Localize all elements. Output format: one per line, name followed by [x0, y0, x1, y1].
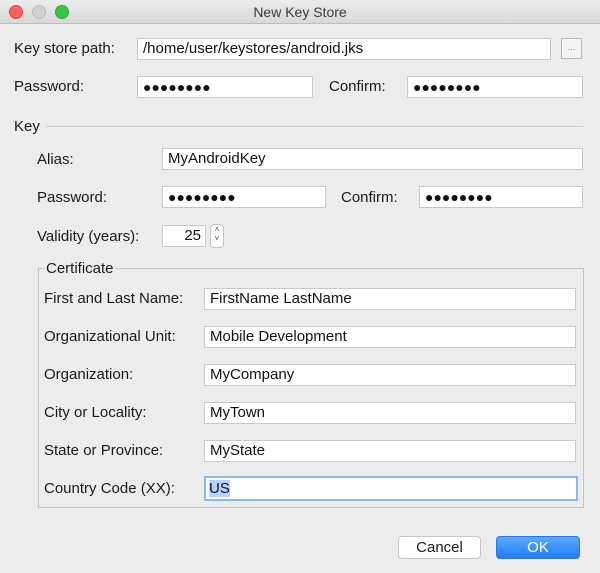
keystore-password-input[interactable]: ●●●●●●●●	[137, 76, 313, 98]
cert-org-unit-input[interactable]: Mobile Development	[204, 326, 576, 348]
alias-label: Alias:	[37, 151, 74, 168]
alias-input[interactable]: MyAndroidKey	[162, 148, 583, 170]
key-password-input[interactable]: ●●●●●●●●	[162, 186, 326, 208]
cert-org-input[interactable]: MyCompany	[204, 364, 576, 386]
cert-org-label: Organization:	[44, 366, 134, 383]
keystore-path-label: Key store path:	[14, 40, 115, 57]
cert-state-input[interactable]: MyState	[204, 440, 576, 462]
ok-button[interactable]: OK	[496, 536, 580, 559]
cancel-button[interactable]: Cancel	[398, 536, 481, 559]
chevron-up-icon[interactable]: ˄	[211, 225, 223, 234]
validity-input[interactable]: 25	[162, 225, 206, 247]
window-title: New Key Store	[253, 4, 347, 20]
key-section-label: Key	[14, 118, 40, 135]
key-confirm-input[interactable]: ●●●●●●●●	[419, 186, 583, 208]
cert-country-label: Country Code (XX):	[44, 480, 175, 497]
key-confirm-label: Confirm:	[341, 189, 398, 206]
cert-state-label: State or Province:	[44, 442, 164, 459]
keystore-path-input[interactable]: /home/user/keystores/android.jks	[137, 38, 551, 60]
validity-spinner[interactable]: ˄ ˅	[210, 224, 224, 248]
cert-city-label: City or Locality:	[44, 404, 147, 421]
certificate-group-title: Certificate	[44, 260, 116, 277]
cert-name-label: First and Last Name:	[44, 290, 184, 307]
cert-city-input[interactable]: MyTown	[204, 402, 576, 424]
selected-text: US	[209, 480, 230, 497]
keystore-confirm-input[interactable]: ●●●●●●●●	[407, 76, 583, 98]
chevron-down-icon[interactable]: ˅	[211, 234, 223, 243]
key-password-label: Password:	[37, 189, 108, 206]
title-bar: New Key Store	[0, 0, 600, 24]
validity-label: Validity (years):	[37, 228, 140, 245]
keystore-confirm-label: Confirm:	[329, 78, 386, 95]
cert-country-input[interactable]: US	[204, 476, 578, 501]
key-section-separator	[46, 126, 583, 127]
keystore-password-label: Password:	[14, 78, 85, 95]
cert-org-unit-label: Organizational Unit:	[44, 328, 176, 345]
cert-name-input[interactable]: FirstName LastName	[204, 288, 576, 310]
browse-button[interactable]: ...	[561, 38, 582, 59]
